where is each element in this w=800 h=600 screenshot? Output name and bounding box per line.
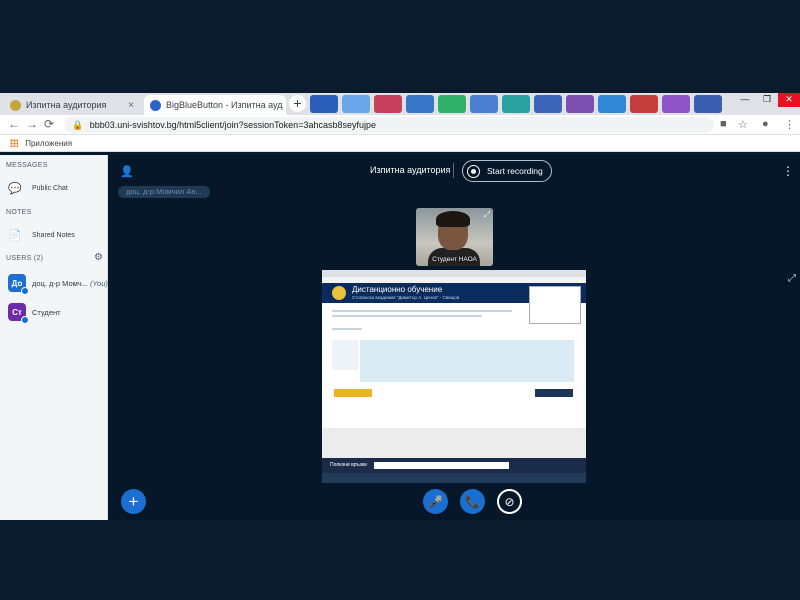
lock-icon: 🔒 [72,120,84,130]
tab-thumb-icon[interactable] [342,95,370,113]
shared-quiz-navigation [529,286,581,324]
messages-section-title: MESSAGES [6,162,48,169]
webcam-video[interactable]: ⤢ Студент НАОА [416,208,493,266]
notes-section-title: NOTES [6,209,32,216]
tab-thumb-icon[interactable] [598,95,626,113]
tab-bigbluebutton[interactable]: BigBlueButton - Изпитна ауд × [144,95,286,115]
mic-status-icon [21,287,29,295]
users-section-title: USERS (2) [6,255,44,262]
user-list-item[interactable]: До доц. д-р Момч... (You) [8,274,108,295]
shared-text-line [332,310,512,312]
avatar: До [8,274,29,295]
new-tab-button[interactable]: + [289,95,306,112]
mic-status-icon [21,316,29,324]
close-window-button[interactable]: ✕ [778,93,800,107]
expand-video-icon[interactable]: ⤢ [484,210,490,220]
url-input[interactable]: 🔒 bbb03.uni-svishtov.bg/html5client/join… [64,117,714,133]
camera-in-use-icon[interactable]: ■ [720,118,727,130]
user-name: доц. д-р Момч... [32,278,88,288]
apps-grid-icon [10,139,18,147]
tab-thumb-icon[interactable] [470,95,498,113]
actions-plus-button[interactable]: + [121,489,146,514]
record-label: Start recording [487,166,543,176]
meeting-main-area: 👤 Изпитна аудитория Start recording ⋮ до… [108,155,800,520]
title-divider [453,163,454,178]
screen: Изпитна аудитория × BigBlueButton - Изпи… [0,0,800,600]
background-tabs-strip [310,93,732,115]
shared-browser-tabs [322,270,586,277]
site-favicon-icon [10,99,21,111]
public-chat-item[interactable]: 💬 Public Chat [8,181,68,195]
shared-question-box [360,340,574,382]
shared-windows-taskbar [322,473,586,483]
options-menu-icon[interactable]: ⋮ [782,164,794,178]
minimize-button[interactable]: — [734,93,756,107]
browser-menu-icon[interactable]: ⋮ [784,118,795,131]
shared-notes-item[interactable]: 📄 Shared Notes [8,228,75,242]
shared-cookie-notice [374,462,509,469]
webcam-user-name: Студент НАОА [432,256,477,263]
avatar: Ст [8,303,29,324]
shared-next-button [535,389,573,397]
share-webcam-button[interactable]: ⊘ [497,489,522,514]
shared-footer-text: Полезни връзки [330,462,367,468]
tab-thumb-icon[interactable] [534,95,562,113]
fullscreen-icon[interactable]: ⤢ [788,273,796,284]
forward-icon[interactable]: → [26,117,38,131]
shared-text-line [332,315,482,317]
tab-thumb-icon[interactable] [630,95,658,113]
avatar-initials: Ст [12,307,22,317]
tab-thumb-icon[interactable] [662,95,690,113]
user-name: Студент [32,307,61,317]
bookmark-star-icon[interactable]: ☆ [738,118,748,131]
window-controls: — ❐ ✕ [734,93,800,107]
tab-thumb-icon[interactable] [694,95,722,113]
shared-page-title: Дистанционно обучение [352,285,443,294]
shared-notes-label: Shared Notes [32,231,75,239]
shared-question-info [332,340,358,370]
shared-page-gap [322,428,586,458]
account-icon[interactable]: ● [762,118,769,130]
bbb-favicon-icon [150,99,161,111]
leave-audio-button[interactable]: 📞 [460,489,485,514]
maximize-button[interactable]: ❐ [756,93,778,107]
start-recording-button[interactable]: Start recording [462,160,552,182]
user-list-sidebar: MESSAGES 💬 Public Chat NOTES 📄 Shared No… [0,155,108,520]
reload-icon[interactable]: ⟳ [44,117,54,131]
close-tab-icon[interactable]: × [128,100,134,111]
tab-thumb-icon[interactable] [438,95,466,113]
notes-icon: 📄 [8,229,22,242]
tab-thumb-icon[interactable] [310,95,338,113]
screenshare-video: Дистанционно обучение Стопанска академия… [322,270,586,483]
bookmarks-bar: Приложения [0,135,800,152]
tab-thumb-icon[interactable] [374,95,402,113]
shared-text-line [332,328,362,330]
talking-indicator[interactable]: доц. д-р Момчил Ан... [118,186,210,198]
chat-icon: 💬 [8,182,22,195]
avatar-initials: До [11,278,23,288]
tab-thumb-icon[interactable] [566,95,594,113]
public-chat-label: Public Chat [32,184,68,192]
shared-prev-button [334,389,372,397]
tab-thumb-icon[interactable] [406,95,434,113]
tab-thumb-icon[interactable] [502,95,530,113]
toggle-userlist-icon[interactable]: 👤 [120,165,134,178]
url-text: bbb03.uni-svishtov.bg/html5client/join?s… [89,120,376,130]
apps-bookmark[interactable]: Приложения [25,139,72,148]
shared-page-subtitle: Стопанска академия "Димитър А. Ценов" - … [352,295,460,300]
microphone-button[interactable]: 🎤 [423,489,448,514]
address-bar-row: ← → ⟳ 🔒 bbb03.uni-svishtov.bg/html5clien… [0,115,800,135]
you-label: (You) [89,278,108,288]
tab-izpitna-auditoria[interactable]: Изпитна аудитория × [4,95,140,115]
meeting-title: Изпитна аудитория [370,165,451,175]
back-icon[interactable]: ← [8,117,20,131]
tab-label: Изпитна аудитория [26,100,107,110]
tab-label: BigBlueButton - Изпитна ауд [166,100,283,110]
university-logo-icon [332,286,346,300]
record-icon [467,164,480,178]
webcam-person-hair [436,211,470,227]
user-options-gear-icon[interactable]: ⚙ [94,252,103,263]
user-list-item[interactable]: Ст Студент [8,303,61,324]
